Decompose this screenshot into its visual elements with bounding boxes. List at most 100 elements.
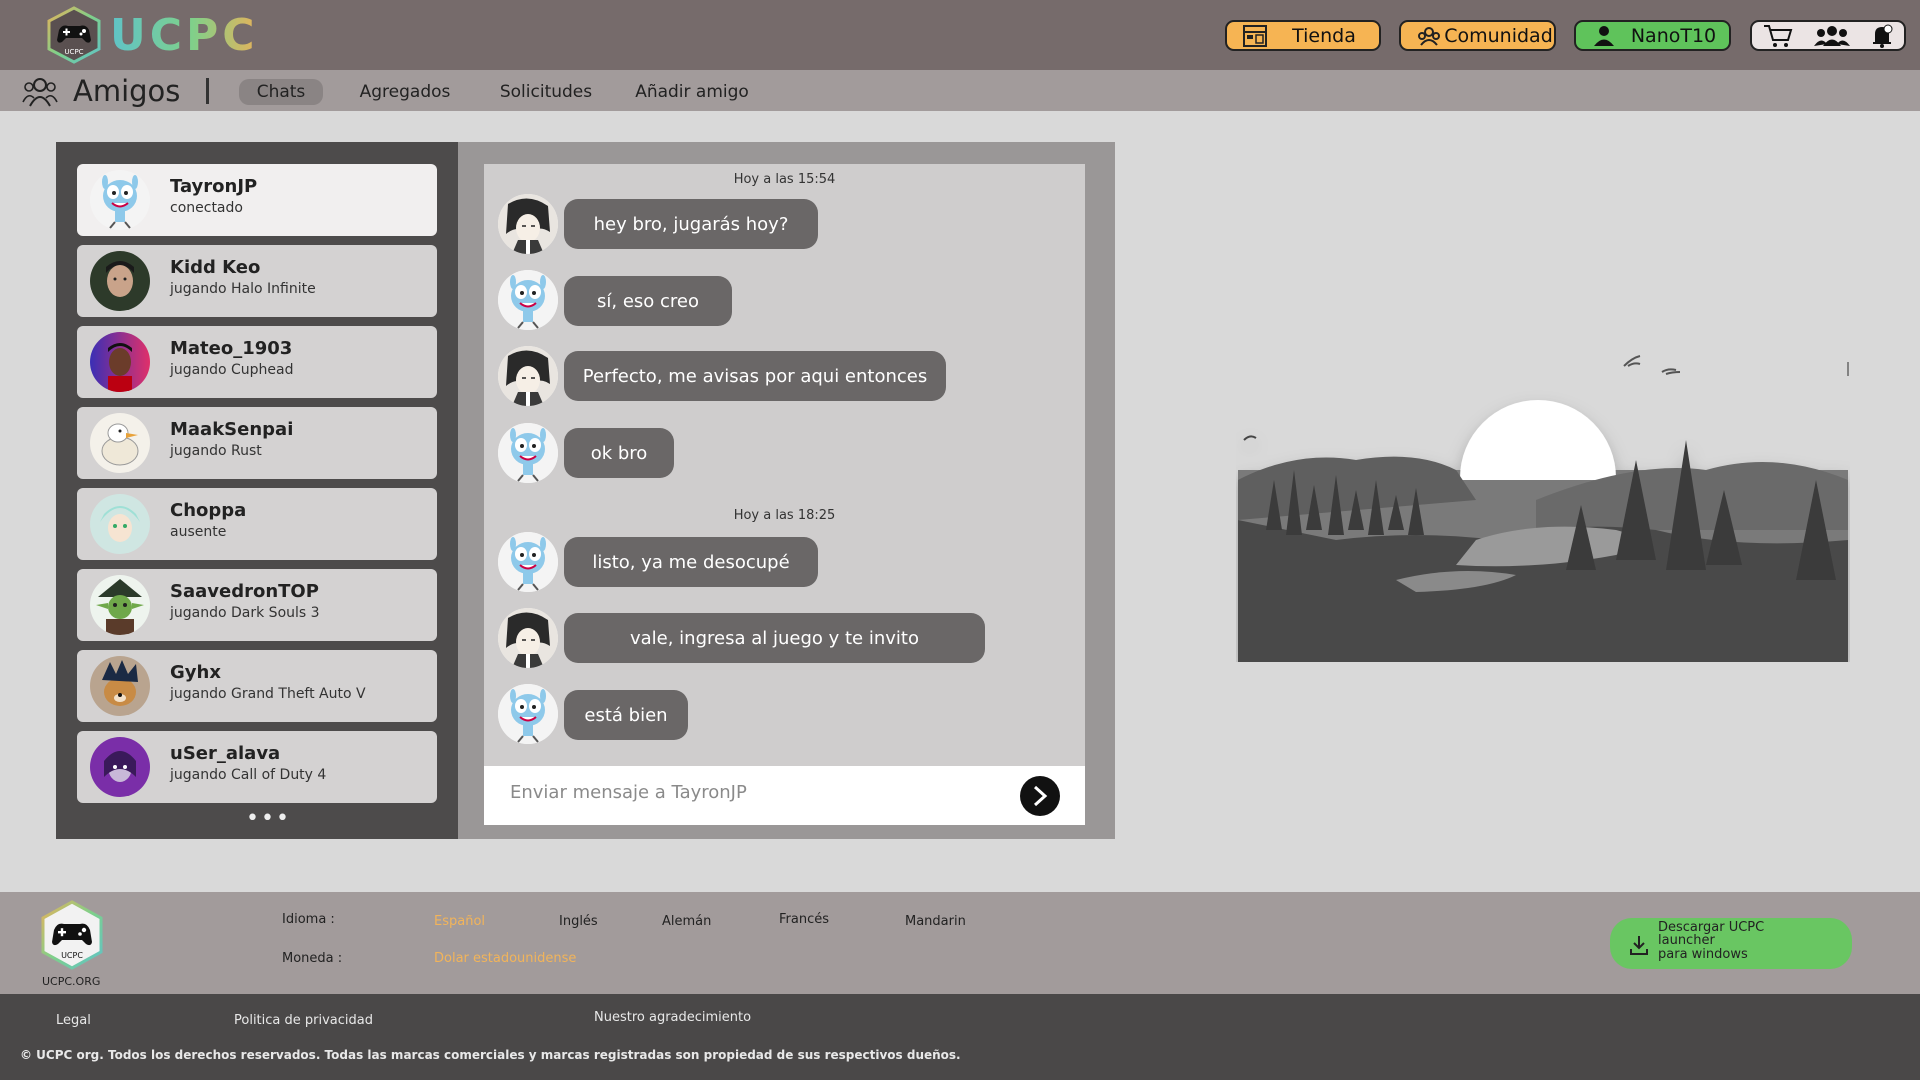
message-bubble: sí, eso creo (564, 276, 732, 326)
page-title: Amigos (73, 74, 181, 108)
thanks-link[interactable]: Nuestro agradecimiento (594, 1010, 751, 1025)
download-subtitle: para windows (1658, 947, 1748, 962)
friend-status: jugando Halo Infinite (170, 281, 316, 297)
brand-name: UCPC (110, 9, 259, 61)
tab-chats[interactable]: Chats (239, 79, 323, 105)
message-composer (484, 766, 1085, 825)
friend-status: jugando Dark Souls 3 (170, 605, 320, 621)
friend-name: TayronJP (170, 176, 258, 197)
avatar (498, 684, 558, 744)
message-bubble: vale, ingresa al juego y te invito (564, 613, 985, 663)
message-bubble: hey bro, jugarás hoy? (564, 199, 818, 249)
friends-icon[interactable] (1813, 25, 1850, 47)
notification-icon[interactable] (1871, 24, 1893, 48)
language-option-en[interactable]: Inglés (559, 914, 598, 929)
friend-item-saavedrontop[interactable]: SaavedronTOP jugando Dark Souls 3 (77, 569, 437, 641)
privacy-link[interactable]: Politica de privacidad (234, 1013, 373, 1028)
friend-status: jugando Cuphead (170, 362, 294, 378)
chat-panel: Hoy a las 15:54 hey bro, jugarás hoy? sí… (458, 142, 1115, 839)
currency-label: Moneda : (282, 951, 343, 966)
message-bubble: listo, ya me desocupé (564, 537, 818, 587)
user-icon (1590, 24, 1618, 48)
friend-name: Gyhx (170, 662, 221, 683)
svg-text:UCPC: UCPC (64, 48, 83, 56)
title-divider (206, 78, 209, 104)
more-friends-button[interactable]: ••• (246, 806, 291, 831)
avatar (90, 251, 150, 311)
language-label: Idioma : (282, 912, 335, 927)
message-bubble: Perfecto, me avisas por aqui entonces (564, 351, 946, 401)
community-label: Comunidad (1444, 24, 1553, 47)
friend-status: jugando Grand Theft Auto V (170, 686, 366, 702)
download-launcher-button[interactable]: Descargar UCPC launcher para windows (1610, 918, 1852, 969)
send-button[interactable] (1020, 776, 1060, 816)
avatar (90, 656, 150, 716)
avatar (498, 270, 558, 330)
language-option-es[interactable]: Español (434, 914, 485, 929)
language-option-zh[interactable]: Mandarin (905, 914, 966, 929)
friend-name: SaavedronTOP (170, 581, 319, 602)
friend-name: Mateo_1903 (170, 338, 293, 359)
chevron-right-icon (1033, 785, 1048, 807)
avatar (498, 194, 558, 254)
friend-item-choppa[interactable]: Choppa ausente (77, 488, 437, 560)
ucpc-logo[interactable]: UCPC UCPC (46, 6, 259, 64)
friends-section-icon (22, 78, 58, 107)
avatar (498, 423, 558, 483)
community-button[interactable]: Comunidad (1399, 20, 1556, 51)
avatar (90, 575, 150, 635)
friend-item-mateo-1903[interactable]: Mateo_1903 jugando Cuphead (77, 326, 437, 398)
friend-status: ausente (170, 524, 227, 540)
svg-text:UCPC: UCPC (61, 951, 83, 960)
store-label: Tienda (1292, 24, 1356, 47)
avatar (90, 494, 150, 554)
friend-status: conectado (170, 200, 243, 216)
chat-timestamp: Hoy a las 15:54 (733, 172, 836, 187)
community-icon (1415, 24, 1443, 48)
friend-item-kidd-keo[interactable]: Kidd Keo jugando Halo Infinite (77, 245, 437, 317)
message-bubble: ok bro (564, 428, 674, 478)
copyright-text: © UCPC org. Todos los derechos reservado… (20, 1048, 961, 1062)
tab-add-friend[interactable]: Añadir amigo (625, 79, 759, 105)
friend-item-maaksenpai[interactable]: MaakSenpai jugando Rust (77, 407, 437, 479)
friend-name: Choppa (170, 500, 247, 521)
language-option-de[interactable]: Alemán (662, 914, 711, 929)
quick-icons-bar (1750, 20, 1906, 51)
friend-status: jugando Rust (170, 443, 262, 459)
landscape-illustration (1238, 355, 1849, 662)
friend-item-user-alava[interactable]: uSer_alava jugando Call of Duty 4 (77, 731, 437, 803)
language-option-fr[interactable]: Francés (779, 912, 829, 927)
friend-status: jugando Call of Duty 4 (170, 767, 327, 783)
legal-link[interactable]: Legal (56, 1013, 91, 1028)
avatar (90, 332, 150, 392)
ucpc-footer-logo-icon[interactable]: UCPC (40, 900, 104, 970)
friends-list-panel: TayronJP conectado Kidd Keo jugando Halo… (56, 142, 458, 839)
tab-added[interactable]: Agregados (350, 79, 460, 105)
chat-timestamp: Hoy a las 18:25 (733, 508, 836, 523)
avatar (498, 346, 558, 406)
message-input[interactable] (510, 782, 990, 803)
store-button[interactable]: Tienda (1225, 20, 1381, 51)
friend-name: Kidd Keo (170, 257, 261, 278)
friend-name: MaakSenpai (170, 419, 294, 440)
avatar (498, 608, 558, 668)
tab-requests[interactable]: Solicitudes (490, 79, 602, 105)
gamepad-logo-icon: UCPC (47, 6, 101, 64)
chat-messages: Hoy a las 15:54 hey bro, jugarás hoy? sí… (484, 164, 1085, 766)
download-icon (1630, 936, 1648, 955)
bottom-bar (0, 994, 1920, 1080)
download-title: Descargar UCPC launcher (1658, 920, 1765, 948)
username-label: NanoT10 (1630, 24, 1717, 47)
avatar (498, 532, 558, 592)
avatar (90, 737, 150, 797)
message-bubble: está bien (564, 690, 688, 740)
cart-icon[interactable] (1763, 24, 1793, 48)
avatar (90, 413, 150, 473)
avatar (90, 170, 150, 230)
friend-name: uSer_alava (170, 743, 281, 764)
friend-item-tayronjp[interactable]: TayronJP conectado (77, 164, 437, 236)
friend-item-gyhx[interactable]: Gyhx jugando Grand Theft Auto V (77, 650, 437, 722)
user-profile-button[interactable]: NanoT10 (1574, 20, 1731, 51)
store-icon (1241, 24, 1269, 48)
currency-value[interactable]: Dolar estadounidense (434, 951, 576, 966)
